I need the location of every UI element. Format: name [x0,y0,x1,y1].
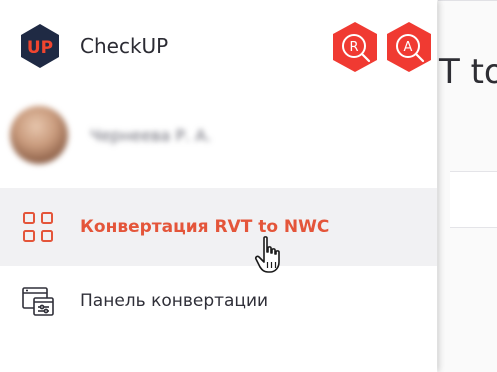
role-badge-a-letter: A [404,40,413,55]
menu-item-conversion-panel[interactable]: Панель конвертации [0,262,437,340]
role-badge-a[interactable]: A [384,20,434,74]
grid-icon [23,212,53,242]
role-badge-r-letter: R [349,40,358,55]
menu-item-label: Панель конвертации [80,291,269,311]
menu-item-label: Конвертация RVT to NWC [80,217,330,237]
hand-cursor-icon [254,236,280,273]
background-page-title: T to [439,52,497,92]
role-badge-r[interactable]: R [330,20,380,74]
background-panel [450,171,497,228]
user-name: Чернеева Р. А. [90,125,212,145]
avatar [10,106,68,164]
navigation-drawer: UP CheckUP R A Чернеева Р. А. Конвертаци… [0,0,437,372]
panel-settings-icon [22,287,54,316]
checkup-logo-icon: UP [21,24,59,68]
app-name: CheckUP [80,34,169,58]
brand[interactable]: UP CheckUP [16,22,168,70]
background-divider [438,0,497,1]
logo-text: UP [27,38,53,58]
menu-item-convert-rvt-to-nwc[interactable]: Конвертация RVT to NWC [0,188,437,266]
user-profile[interactable]: Чернеева Р. А. [10,106,211,164]
